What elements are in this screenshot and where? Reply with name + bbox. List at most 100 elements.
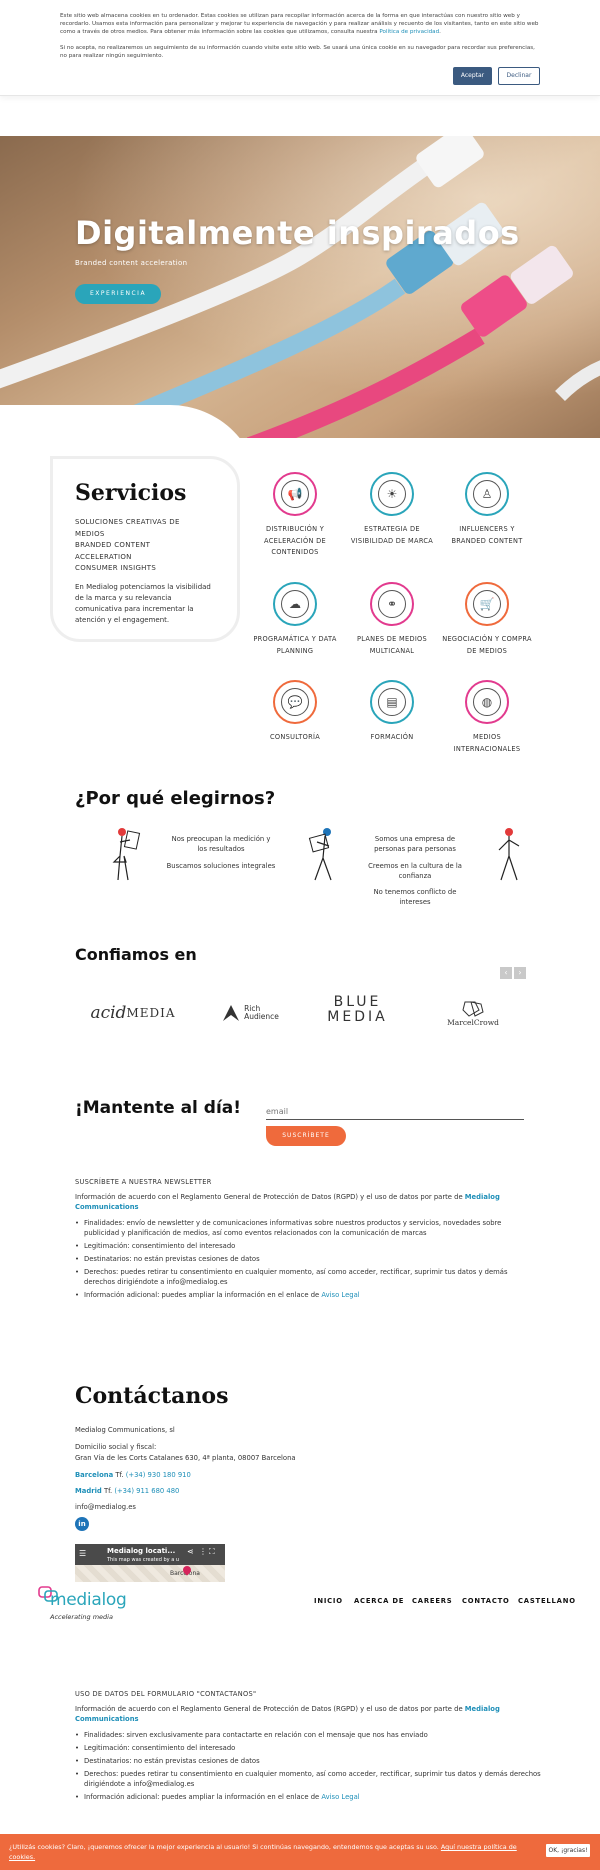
service-item[interactable]: 💬 CONSULTORÍA <box>250 680 340 744</box>
fullscreen-icon[interactable]: ⛶ <box>209 1547 215 1557</box>
map-note: This map was created by a u <box>107 1557 180 1563</box>
sun-icon: ☀ <box>378 480 406 508</box>
newsletter-legal: Información de acuerdo con el Reglamento… <box>75 1192 530 1303</box>
subscribe-button[interactable]: SUSCRÍBETE <box>266 1126 346 1146</box>
cloud-upload-icon: ☁ <box>281 590 309 618</box>
chat-icon: 💬 <box>281 688 309 716</box>
person-reading-icon <box>112 828 141 881</box>
legal-item: Derechos: puedes retirar tu consentimien… <box>75 1267 530 1287</box>
megaphone-icon: 📢 <box>281 480 309 508</box>
services-description: En Medialog potenciamos la visibilidad d… <box>75 583 211 624</box>
share-icon[interactable]: ⋖ <box>187 1547 194 1556</box>
more-icon[interactable]: ⋮ <box>199 1547 207 1556</box>
service-label: ESTRATEGIA DE VISIBILIDAD DE MARCA <box>350 525 434 545</box>
service-item[interactable]: ▤ FORMACIÓN <box>347 680 437 744</box>
privacy-policy-link[interactable]: Política de privacidad <box>379 29 439 35</box>
legal-item: Información adicional: puedes ampliar la… <box>75 1792 565 1802</box>
service-item[interactable]: ♙ INFLUENCERS Y BRANDED CONTENT <box>442 472 532 547</box>
why-item: Buscamos soluciones integrales <box>166 862 276 870</box>
why-item: Nos preocupan la medición y los resultad… <box>171 835 271 853</box>
why-item: Somos una empresa de personas para perso… <box>374 835 456 853</box>
experience-button[interactable]: EXPERIENCIA <box>75 284 161 304</box>
presentation-icon: ▤ <box>378 688 406 716</box>
email-input[interactable] <box>266 1104 524 1120</box>
services-list: SOLUCIONES CREATIVAS DE MEDIOS BRANDED C… <box>75 518 180 572</box>
why-item: No tenemos conflicto de intereses <box>373 888 457 906</box>
legal-item: Finalidades: envío de newsletter y de co… <box>75 1218 530 1238</box>
barcelona-phone-link[interactable]: (+34) 930 180 910 <box>126 1471 191 1479</box>
brand-tagline: Accelerating media <box>50 1613 113 1621</box>
nav-language[interactable]: CASTELLANO <box>518 1597 576 1605</box>
nav-acerca-de[interactable]: ACERCA DE <box>354 1597 404 1605</box>
nav-contacto[interactable]: CONTACTO <box>462 1597 510 1605</box>
person-carrying-icon <box>308 828 332 881</box>
contact-legal-heading: USO DE DATOS DEL FORMULARIO "CONTACTANOS… <box>75 1690 257 1698</box>
legal-item: Información adicional: puedes ampliar la… <box>75 1290 530 1300</box>
person-walking-icon <box>498 828 520 881</box>
network-icon: ⚭ <box>378 590 406 618</box>
contact-email[interactable]: info@medialog.es <box>75 1503 136 1511</box>
legal-item: Legitimación: consentimiento del interes… <box>75 1241 530 1251</box>
map-sidebar-icon[interactable]: ☰ <box>79 1549 86 1558</box>
marcel-crowd-logo: MarcelCrowd <box>438 993 508 1033</box>
map-embed[interactable]: ☰ Medialog locati... This map was create… <box>75 1544 225 1582</box>
newsletter-legal-heading: SUSCRÍBETE A NUESTRA NEWSLETTER <box>75 1178 212 1186</box>
service-label: PROGRAMÁTICA Y DATA PLANNING <box>253 635 337 655</box>
cookie-bar: ¿Utilizás cookies? Claro, ¡queremos ofre… <box>0 1834 600 1870</box>
influencer-icon: ♙ <box>473 480 501 508</box>
nav-inicio[interactable]: INICIO <box>314 1597 343 1605</box>
legal-item: Destinatarios: no están previstas cesion… <box>75 1254 530 1264</box>
service-label: NEGOCIACIÓN Y COMPRA DE MEDIOS <box>442 635 532 655</box>
carousel-prev-button[interactable]: ‹ <box>500 967 512 979</box>
why-title: ¿Por qué elegirnos? <box>75 788 276 809</box>
services-title: Servicios <box>75 480 187 506</box>
contact-legal: Información de acuerdo con el Reglamento… <box>75 1704 565 1805</box>
service-item[interactable]: ⚭ PLANES DE MEDIOS MULTICANAL <box>347 582 437 657</box>
brand-name: medialog <box>50 1590 127 1610</box>
cart-icon: 🛒 <box>473 590 501 618</box>
service-item[interactable]: ☁ PROGRAMÁTICA Y DATA PLANNING <box>250 582 340 657</box>
nav-careers[interactable]: CAREERS <box>412 1597 453 1605</box>
service-label: FORMACIÓN <box>370 733 414 741</box>
blue-media-logo: BLUE MEDIA <box>327 994 388 1025</box>
marcel-crowd-mark-icon <box>462 1000 484 1017</box>
service-item[interactable]: 🛒 NEGOCIACIÓN Y COMPRA DE MEDIOS <box>442 582 532 657</box>
legal-notice-link[interactable]: Aviso Legal <box>321 1291 359 1299</box>
trust-title: Confiamos en <box>75 945 197 964</box>
hero-subtitle: Branded content acceleration <box>75 259 188 267</box>
accept-cookies-button[interactable]: Aceptar <box>453 67 492 85</box>
service-item[interactable]: ◍ MEDIOS INTERNACIONALES <box>442 680 532 755</box>
service-label: PLANES DE MEDIOS MULTICANAL <box>356 635 428 655</box>
rich-audience-mark-icon <box>223 1005 240 1021</box>
linkedin-icon[interactable]: in <box>75 1517 89 1531</box>
contact-title: Contáctanos <box>75 1383 229 1409</box>
cookie-text-secondary: Si no acepta, no realizaremos un seguimi… <box>60 45 535 59</box>
legal-item: Derechos: puedes retirar tu consentimien… <box>75 1769 565 1789</box>
cookie-ok-button[interactable]: OK, ¡gracias! <box>546 1844 590 1857</box>
barcelona-phone: Barcelona Tf. (+34) 930 180 910 <box>75 1471 191 1479</box>
acidmedia-logo: acid MEDIA <box>90 1003 176 1023</box>
service-label: INFLUENCERS Y BRANDED CONTENT <box>451 525 523 545</box>
legal-notice-link[interactable]: Aviso Legal <box>321 1793 359 1801</box>
legal-item: Destinatarios: no están previstas cesion… <box>75 1756 565 1766</box>
company-name: Medialog Communications, sl <box>75 1426 175 1434</box>
decline-cookies-button[interactable]: Declinar <box>498 67 540 85</box>
hero-title: Digitalmente inspirados <box>75 214 520 252</box>
service-item[interactable]: ☀ ESTRATEGIA DE VISIBILIDAD DE MARCA <box>347 472 437 547</box>
cookie-bar-text: ¿Utilizás cookies? Claro, ¡queremos ofre… <box>9 1843 517 1861</box>
newsletter-title: ¡Mantente al día! <box>75 1098 242 1118</box>
globe-icon: ◍ <box>473 688 501 716</box>
madrid-phone-link[interactable]: (+34) 911 680 480 <box>114 1487 179 1495</box>
service-label: MEDIOS INTERNACIONALES <box>453 733 521 753</box>
address: Gran Vía de les Corts Catalanes 630, 4ª … <box>75 1454 296 1462</box>
legal-item: Legitimación: consentimiento del interes… <box>75 1743 565 1753</box>
service-item[interactable]: 📢 DISTRIBUCIÓN Y ACELERACIÓN DE CONTENIDO… <box>250 472 340 559</box>
legal-item: Finalidades: sirven exclusivamente para … <box>75 1730 565 1740</box>
why-item: Creemos en la cultura de la confianza <box>368 862 462 880</box>
rich-audience-logo: Rich Audience <box>215 993 285 1033</box>
cookie-text: Este sitio web almacena cookies en tu or… <box>60 13 539 35</box>
domicile-label: Domicilio social y fiscal: <box>75 1443 157 1451</box>
service-label: DISTRIBUCIÓN Y ACELERACIÓN DE CONTENIDOS <box>264 525 326 556</box>
carousel-next-button[interactable]: › <box>514 967 526 979</box>
map-title: Medialog locati... <box>107 1547 176 1555</box>
